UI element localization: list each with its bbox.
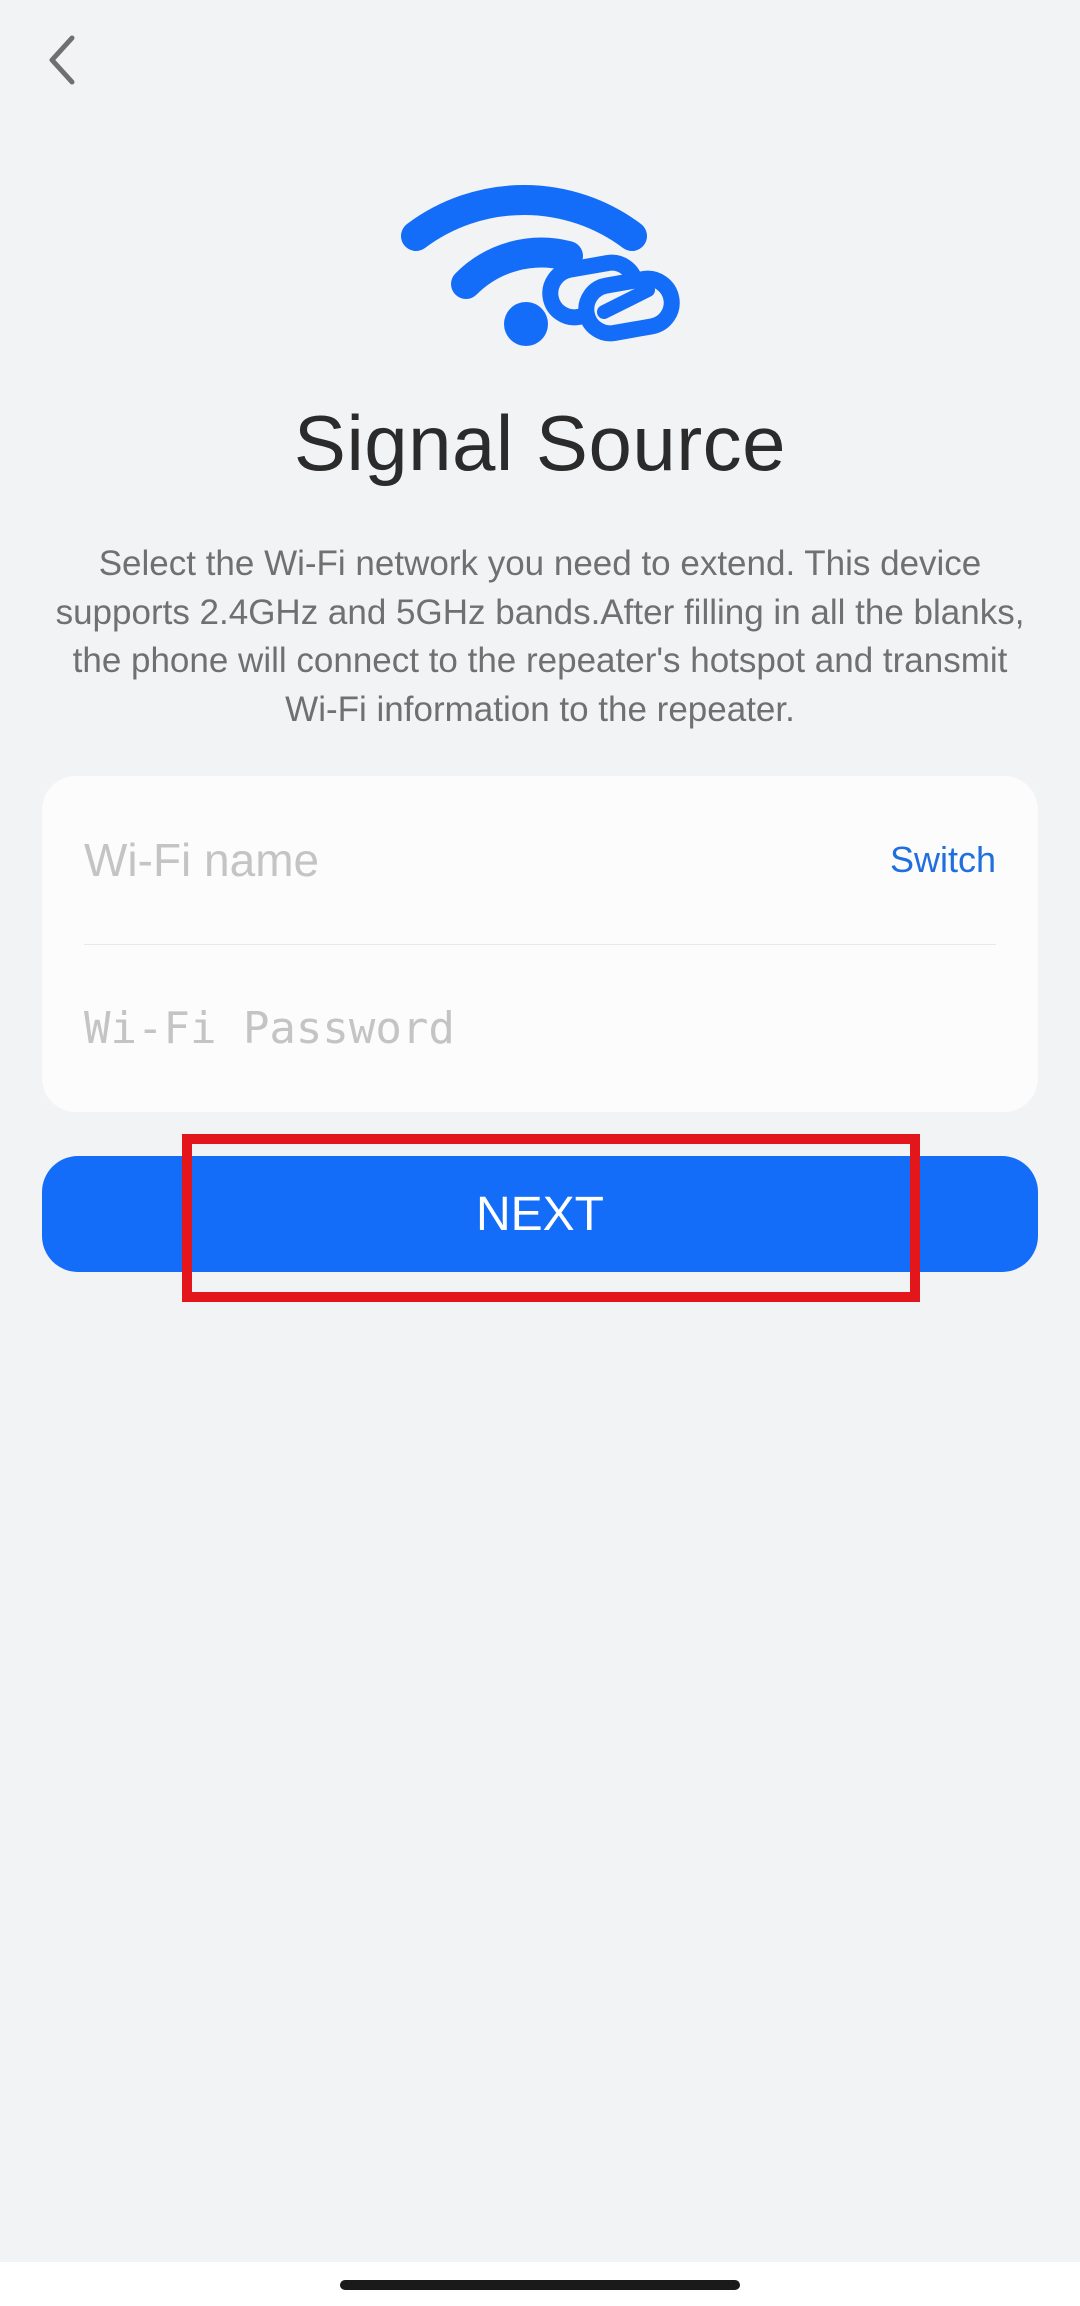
wifi-name-row: Switch	[84, 776, 996, 945]
back-button[interactable]	[30, 28, 94, 92]
home-indicator[interactable]	[340, 2280, 740, 2290]
page-description: Select the Wi-Fi network you need to ext…	[55, 544, 1025, 729]
wifi-password-input[interactable]	[84, 1002, 996, 1054]
page-title: Signal Source	[293, 399, 787, 487]
signal-source-screen: Signal Source Select the Wi-Fi network y…	[0, 0, 1080, 2306]
chevron-left-icon	[49, 35, 75, 85]
next-button[interactable]: NEXT	[42, 1156, 1038, 1272]
wifi-link-icon	[401, 185, 680, 346]
wifi-name-input[interactable]	[84, 833, 890, 887]
switch-network-link[interactable]: Switch	[890, 839, 996, 881]
wifi-form-card: Switch	[42, 776, 1038, 1112]
wifi-password-row	[84, 944, 996, 1112]
